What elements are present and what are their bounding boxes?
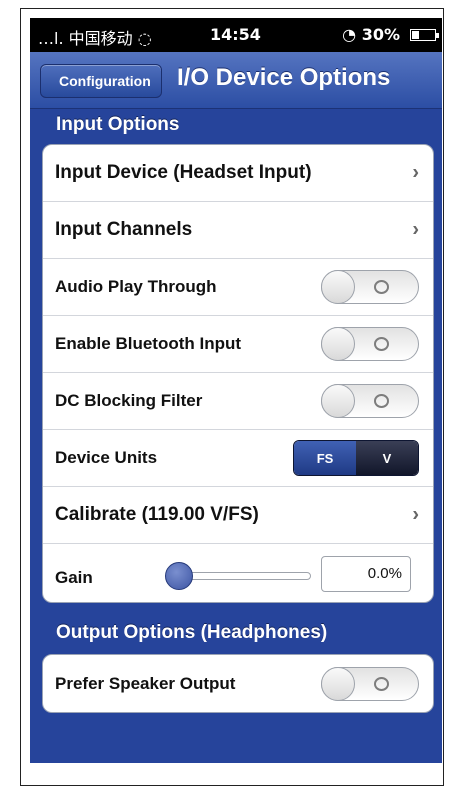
audio-play-through-toggle[interactable] <box>321 270 419 304</box>
prefer-speaker-row: Prefer Speaker Output <box>43 655 433 712</box>
input-options-header: Input Options <box>56 114 180 135</box>
dc-blocking-row: DC Blocking Filter <box>43 373 433 430</box>
prefer-speaker-toggle[interactable] <box>321 666 419 701</box>
device-units-label: Device Units <box>55 448 158 467</box>
carrier-label: …l. 中国移动 ◌ <box>38 29 152 48</box>
battery-fill <box>412 31 419 39</box>
units-fs-segment[interactable]: FS <box>294 441 356 475</box>
enable-bluetooth-toggle[interactable] <box>321 327 419 361</box>
calibrate-row[interactable]: Calibrate (119.00 V/FS) › <box>43 487 433 544</box>
off-indicator-icon <box>374 337 389 351</box>
device-units-row: Device Units FS V <box>43 430 433 487</box>
audio-play-through-label: Audio Play Through <box>55 277 217 296</box>
gain-row: Gain 0.0% <box>43 544 433 602</box>
chevron-right-icon: › <box>412 503 419 526</box>
calibrate-label: Calibrate (119.00 V/FS) <box>55 504 259 525</box>
chevron-right-icon: › <box>412 161 419 184</box>
toggle-knob <box>321 327 355 361</box>
input-options-group: Input Device (Headset Input) › Input Cha… <box>42 144 434 603</box>
gain-value-field[interactable]: 0.0% <box>321 556 411 592</box>
gain-label: Gain <box>55 568 93 587</box>
status-time: 14:54 <box>210 25 261 44</box>
toggle-knob <box>321 666 355 701</box>
enable-bluetooth-row: Enable Bluetooth Input <box>43 316 433 373</box>
input-channels-label: Input Channels <box>55 219 193 240</box>
phone-screen: …l. 中国移动 ◌ 14:54 ◔ 30% Configuration I/O… <box>30 18 442 763</box>
off-indicator-icon <box>374 394 389 408</box>
output-options-header: Output Options (Headphones) <box>56 622 328 643</box>
input-device-label: Input Device (Headset Input) <box>55 162 312 183</box>
gain-slider-thumb[interactable] <box>165 562 193 590</box>
off-indicator-icon <box>374 676 389 691</box>
navigation-bar: Configuration I/O Device Options <box>30 52 442 109</box>
battery-icon <box>410 29 439 41</box>
output-options-group: Prefer Speaker Output <box>42 654 434 713</box>
status-bar: …l. 中国移动 ◌ 14:54 ◔ 30% <box>30 18 442 52</box>
dc-blocking-label: DC Blocking Filter <box>55 391 203 410</box>
dc-blocking-toggle[interactable] <box>321 384 419 418</box>
toggle-knob <box>321 384 355 418</box>
units-v-segment[interactable]: V <box>356 441 418 475</box>
back-button[interactable]: Configuration <box>40 64 162 98</box>
prefer-speaker-label: Prefer Speaker Output <box>55 673 236 693</box>
input-channels-row[interactable]: Input Channels › <box>43 202 433 259</box>
toggle-knob <box>321 270 355 304</box>
device-units-segmented-control: FS V <box>293 440 419 476</box>
battery-percent: ◔ 30% <box>342 25 400 44</box>
off-indicator-icon <box>374 280 389 294</box>
enable-bluetooth-label: Enable Bluetooth Input <box>55 334 242 353</box>
page-title: I/O Device Options <box>177 64 391 91</box>
chevron-right-icon: › <box>412 218 419 241</box>
audio-play-through-row: Audio Play Through <box>43 259 433 316</box>
input-device-row[interactable]: Input Device (Headset Input) › <box>43 145 433 202</box>
